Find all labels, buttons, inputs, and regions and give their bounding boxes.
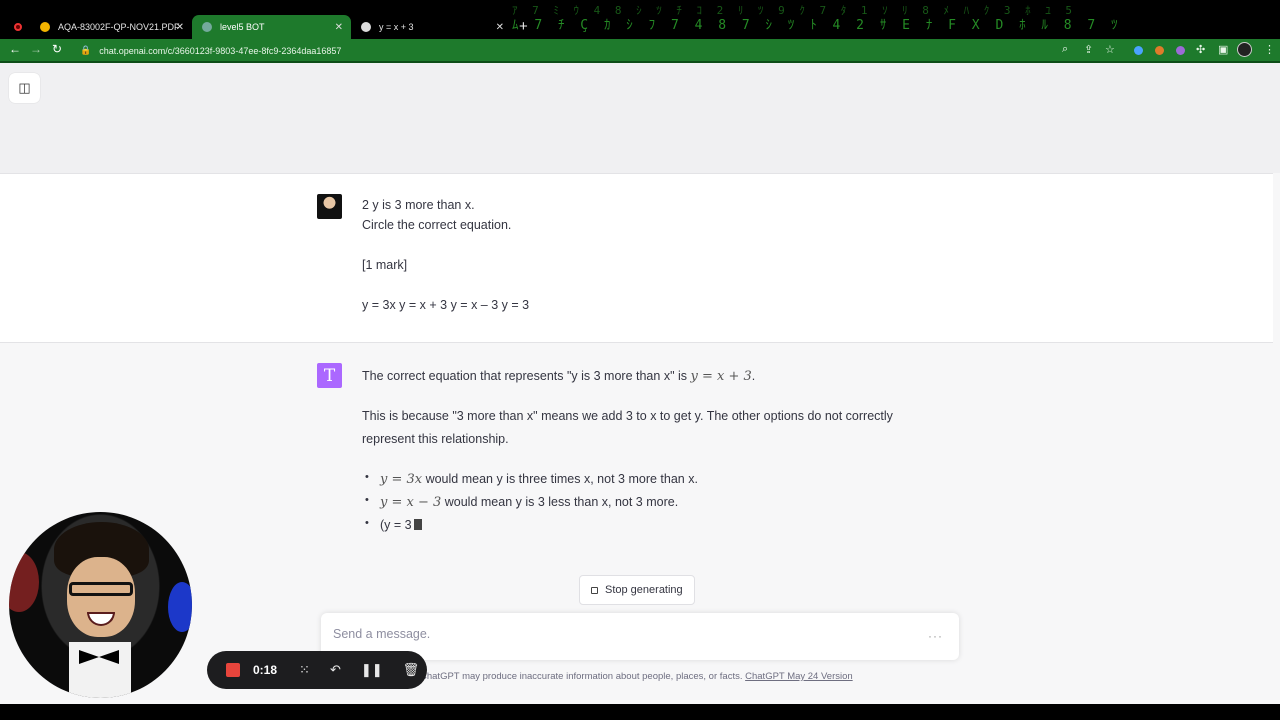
pause-icon[interactable]: ❚❚ [361, 662, 383, 678]
version-link[interactable]: ChatGPT May 24 Version [745, 671, 853, 682]
bullet-text: would mean y is 3 less than x, not 3 mor… [441, 495, 679, 509]
message-line: y = 3x y = x + 3 y = x – 3 y = 3 [362, 298, 530, 312]
matrix-wallpaper-decoration: ﾑ 7 ﾁ Ç ｶ ｼ ﾌ 7 4 8 7 ｼ ﾂ ﾄ 4 2 ｻ E ﾅ F … [512, 18, 1122, 33]
user-message: 2 y is 3 more than x. Circle the correct… [0, 173, 1273, 343]
kebab-menu-icon[interactable]: ⋮ [1264, 43, 1275, 56]
recording-timer: 0:18 [253, 663, 278, 677]
page-header-area [0, 63, 1280, 173]
bullet-equation: y = 3x [380, 472, 423, 487]
typing-cursor [413, 519, 422, 530]
message-line: [1 mark] [362, 258, 408, 272]
tab-label: y = x + 3 [379, 22, 414, 32]
share-icon[interactable]: ⇪ [1084, 43, 1093, 56]
extension-icon[interactable] [1134, 46, 1143, 55]
tab-level5-bot[interactable]: level5 BOT ✕ [192, 15, 351, 39]
answer-bullet-list: y = 3x would mean y is three times x, no… [362, 466, 902, 537]
browser-toolbar: ← → ↻ 🔒 chat.openai.com/c/3660123f-9803-… [0, 39, 1280, 63]
stop-recording-icon[interactable] [226, 663, 240, 677]
user-avatar [317, 194, 342, 219]
sidebar-icon[interactable]: ◫ [9, 73, 40, 103]
more-icon[interactable]: ··· [928, 629, 943, 643]
close-icon[interactable]: ✕ [335, 22, 343, 33]
drive-icon [40, 22, 50, 32]
answer-intro-text: The correct equation that represents "y … [362, 369, 687, 383]
list-item: (y = 3 [362, 512, 902, 537]
openai-icon [202, 22, 212, 32]
list-item: y = 3x would mean y is three times x, no… [362, 466, 902, 491]
tab-label: level5 BOT [220, 22, 265, 32]
close-icon[interactable]: ✕ [496, 22, 504, 33]
extension-icon[interactable] [1155, 46, 1164, 55]
assistant-message: T The correct equation that represents "… [0, 343, 1273, 567]
screen-recorder-bar: 0:18 ⁙ ↶ ❚❚ 🗑 [207, 651, 427, 689]
tab-label: AQA-83002F-QP-NOV21.PDF [58, 22, 180, 32]
answer-intro: The correct equation that represents "y … [362, 369, 756, 384]
message-content: 2 y is 3 more than x. Circle the correct… [362, 195, 902, 315]
bullet-text: (y = 3 [380, 518, 412, 532]
bullet-equation: y = x − 3 [380, 495, 442, 510]
trash-icon[interactable]: 🗑 [403, 662, 420, 678]
list-item: y = x − 3 would mean y is 3 less than x,… [362, 489, 902, 514]
puzzle-icon[interactable]: ✣ [1196, 43, 1205, 56]
tab-equation[interactable]: y = x + 3 ✕ [351, 15, 512, 39]
browser-tab-strip: ｱ 7 ﾐ ｳ 4 8 ｼ ﾂ ﾁ ｺ 2 ﾘ ﾂ 9 ｸ 7 ﾀ 1 ｿ ﾘ … [0, 0, 1280, 39]
arrow-right-icon[interactable]: → [30, 42, 42, 56]
bookmark-star-icon[interactable]: ☆ [1105, 43, 1115, 56]
disclaimer-footer: ChatGPT may produce inaccurate informati… [420, 671, 853, 682]
stop-generating-label: Stop generating [605, 584, 683, 596]
undo-icon[interactable]: ↶ [330, 662, 341, 678]
side-panel-icon[interactable]: ▣ [1218, 43, 1228, 56]
answer-explanation: This is because "3 more than x" means we… [362, 409, 893, 446]
reload-icon[interactable]: ↻ [52, 42, 62, 56]
close-icon[interactable]: ✕ [176, 22, 184, 33]
arrow-left-icon[interactable]: ← [9, 42, 21, 56]
address-bar[interactable]: 🔒 chat.openai.com/c/3660123f-9803-47ee-8… [74, 41, 1124, 60]
extension-icon[interactable] [1176, 46, 1185, 55]
disclaimer-text: ChatGPT may produce inaccurate informati… [420, 671, 743, 682]
recording-indicator-icon [14, 23, 22, 31]
zoom-icon[interactable]: ⌕ [1062, 43, 1068, 56]
new-tab-icon[interactable]: + [519, 18, 528, 35]
message-line: 2 y is 3 more than x. [362, 198, 475, 212]
webcam-overlay [9, 512, 192, 698]
openai-icon [361, 22, 371, 32]
chat-page: ◫ 2 y is 3 more than x. Circle the corre… [0, 63, 1280, 704]
message-input[interactable] [333, 627, 893, 641]
assistant-avatar: T [317, 363, 342, 388]
message-line: Circle the correct equation. [362, 218, 512, 232]
stop-generating-button[interactable]: Stop generating [579, 575, 695, 605]
grid-drag-icon[interactable]: ⁙ [299, 662, 310, 678]
avatar[interactable] [1237, 42, 1252, 57]
tab-pdf[interactable]: AQA-83002F-QP-NOV21.PDF ✕ [30, 15, 192, 39]
url-text: chat.openai.com/c/3660123f-9803-47ee-8fc… [99, 45, 342, 56]
lock-icon: 🔒 [80, 45, 92, 55]
stop-square-icon [591, 586, 598, 594]
bullet-text: would mean y is three times x, not 3 mor… [422, 472, 698, 486]
answer-equation: y = x + 3 [690, 369, 752, 384]
message-content: The correct equation that represents "y … [362, 365, 902, 537]
